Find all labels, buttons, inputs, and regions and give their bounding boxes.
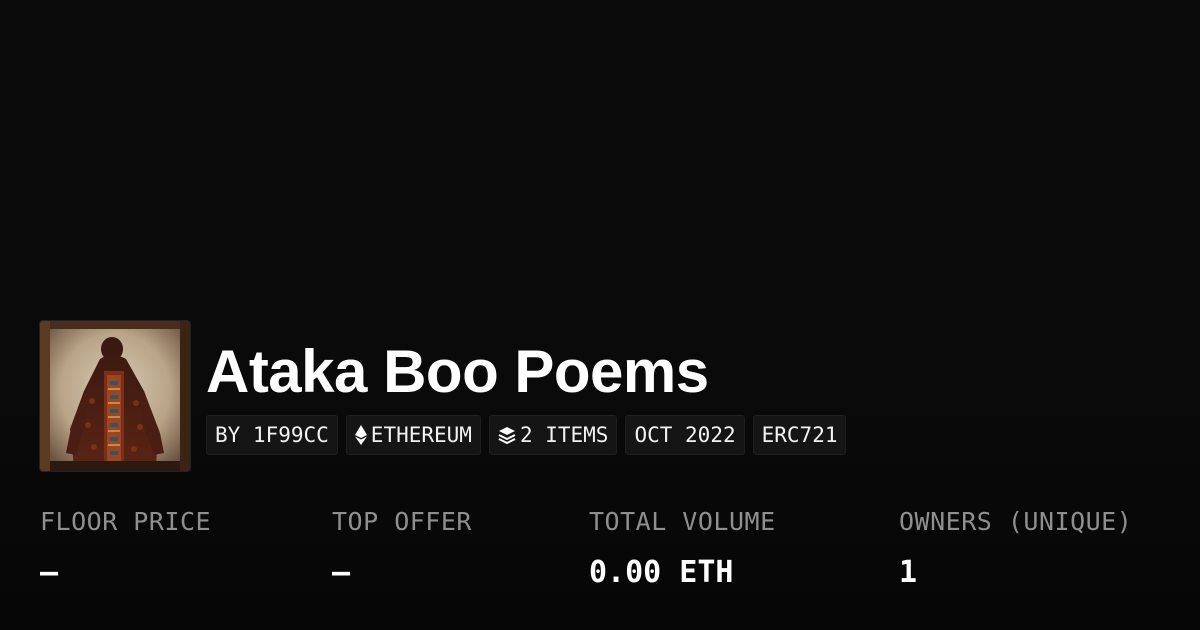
collection-card: Ataka Boo Poems BY 1F99CC ETHEREUM 2 ITE… (0, 0, 1200, 630)
total-volume-stat: TOTAL VOLUME 0.00 ETH (589, 506, 776, 590)
top-offer-label: TOP OFFER (332, 507, 472, 536)
creator-tag-label: BY 1F99CC (215, 423, 329, 447)
standard-tag: ERC721 (752, 415, 847, 455)
total-volume-label: TOTAL VOLUME (589, 507, 776, 536)
collection-title: Ataka Boo Poems (206, 338, 709, 405)
items-tag[interactable]: 2 ITEMS (488, 415, 618, 455)
date-tag: OCT 2022 (625, 415, 745, 455)
chain-tag[interactable]: ETHEREUM (345, 415, 481, 455)
top-offer-value: – (332, 555, 351, 590)
collection-tags: BY 1F99CC ETHEREUM 2 ITEMS OCT 2022 ERC7… (206, 415, 847, 455)
chain-tag-label: ETHEREUM (370, 423, 472, 447)
top-offer-stat: TOP OFFER – (332, 506, 472, 590)
owners-value: 1 (899, 555, 918, 590)
ethereum-icon (354, 425, 367, 445)
owners-stat: OWNERS (UNIQUE) 1 (899, 506, 1132, 590)
standard-tag-label: ERC721 (761, 423, 838, 447)
date-tag-label: OCT 2022 (634, 423, 736, 447)
owners-label: OWNERS (UNIQUE) (899, 507, 1133, 536)
floor-price-stat: FLOOR PRICE – (40, 506, 211, 590)
collection-stats: FLOOR PRICE – TOP OFFER – TOTAL VOLUME 0… (40, 506, 1180, 606)
layers-icon (498, 426, 516, 444)
items-tag-label: 2 ITEMS (519, 423, 609, 447)
floor-price-value: – (40, 555, 59, 590)
collection-avatar (40, 321, 190, 471)
creator-tag[interactable]: BY 1F99CC (206, 415, 338, 455)
total-volume-value: 0.00 ETH (589, 555, 734, 590)
floor-price-label: FLOOR PRICE (40, 507, 212, 536)
